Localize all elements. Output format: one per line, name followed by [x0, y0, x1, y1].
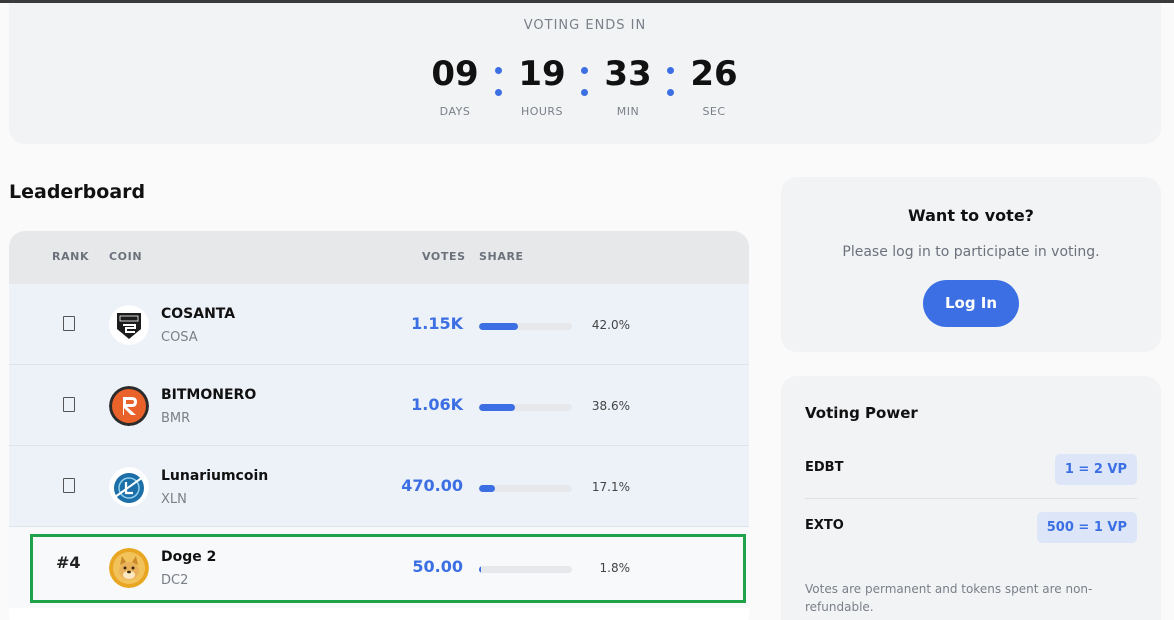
token-name: EDBT [805, 460, 844, 475]
coin-name: Lunariumcoin [161, 468, 269, 484]
header-rank: RANK [52, 250, 90, 263]
coin-symbol: DC2 [161, 573, 189, 588]
share-percent: 1.8% [599, 561, 631, 575]
countdown-hours: 19 HOURS [497, 55, 587, 118]
share-bar [479, 566, 572, 573]
login-button[interactable]: Log In [923, 280, 1019, 327]
share-bar-fill [479, 566, 481, 573]
voting-power-note: Votes are permanent and tokens spent are… [805, 582, 1093, 614]
coin-name: Doge 2 [161, 549, 217, 565]
table-row[interactable]: #4 Doge 2 DC2 50.00 1.8% [9, 527, 749, 608]
vote-prompt-subtitle: Please log in to participate in voting. [842, 244, 1100, 260]
rate-badge: 1 = 2 VP [1054, 454, 1137, 485]
share-bar-fill [479, 323, 519, 330]
cosanta-logo [109, 305, 149, 345]
vote-count: 50.00 [412, 557, 463, 576]
coin-symbol: XLN [161, 492, 187, 507]
header-share: SHARE [479, 250, 524, 263]
leaderboard-table: RANK COIN VOTES SHARE COSANTA COSA 1.15K… [9, 231, 749, 620]
share-bar [479, 404, 572, 411]
bitmonero-logo [109, 386, 149, 426]
countdown-days: 09 DAYS [410, 55, 500, 118]
days-label: DAYS [439, 105, 471, 118]
countdown-title: VOTING ENDS IN [523, 18, 647, 33]
doge2-logo [109, 548, 149, 588]
vote-count: 1.15K [411, 314, 463, 333]
voting-power-title: Voting Power [805, 404, 918, 422]
lunariumcoin-logo [109, 467, 149, 507]
share-bar [479, 323, 572, 330]
medal-icon [63, 316, 75, 331]
table-row[interactable]: COSANTA COSA 1.15K 42.0% [9, 284, 749, 365]
min-value: 33 [604, 54, 652, 94]
sec-value: 26 [690, 54, 738, 94]
coin-symbol: COSA [161, 330, 198, 345]
voting-power-row: EXTO 500 = 1 VP [805, 499, 1137, 557]
login-prompt-card: Want to vote? Please log in to participa… [781, 177, 1161, 352]
hours-value: 19 [518, 54, 566, 94]
share-bar-fill [479, 485, 495, 492]
table-header: RANK COIN VOTES SHARE [9, 231, 749, 284]
vote-count: 1.06K [411, 395, 463, 414]
coin-name: BITMONERO [161, 387, 257, 403]
share-percent: 38.6% [591, 399, 630, 413]
coin-name: COSANTA [161, 306, 236, 322]
voting-countdown: VOTING ENDS IN 09 DAYS 19 HOURS 33 MIN 2… [9, 3, 1161, 144]
share-percent: 17.1% [591, 480, 630, 494]
voting-power-card: Voting Power EDBT 1 = 2 VP EXTO 500 = 1 … [781, 376, 1161, 620]
hours-label: HOURS [520, 105, 564, 118]
token-name: EXTO [805, 518, 844, 533]
header-votes: VOTES [422, 250, 466, 263]
header-coin: COIN [109, 250, 143, 263]
share-bar-fill [479, 404, 515, 411]
leaderboard-title: Leaderboard [9, 181, 146, 203]
share-percent: 42.0% [591, 318, 630, 332]
days-value: 09 [431, 54, 479, 94]
vote-count: 470.00 [401, 476, 463, 495]
vote-prompt-title: Want to vote? [908, 206, 1034, 225]
share-bar [479, 485, 572, 492]
min-label: MIN [616, 105, 640, 118]
coin-symbol: BMR [161, 411, 191, 426]
table-row[interactable]: BITMONERO BMR 1.06K 38.6% [9, 365, 749, 446]
medal-icon [63, 478, 75, 493]
sec-label: SEC [702, 105, 726, 118]
table-row[interactable]: Lunariumcoin XLN 470.00 17.1% [9, 446, 749, 527]
medal-icon [63, 397, 75, 412]
rate-badge: 500 = 1 VP [1036, 512, 1137, 543]
voting-power-row: EDBT 1 = 2 VP [805, 441, 1137, 499]
countdown-min: 33 MIN [583, 55, 673, 118]
countdown-sec: 26 SEC [669, 55, 759, 118]
rank-number: #4 [56, 553, 81, 572]
